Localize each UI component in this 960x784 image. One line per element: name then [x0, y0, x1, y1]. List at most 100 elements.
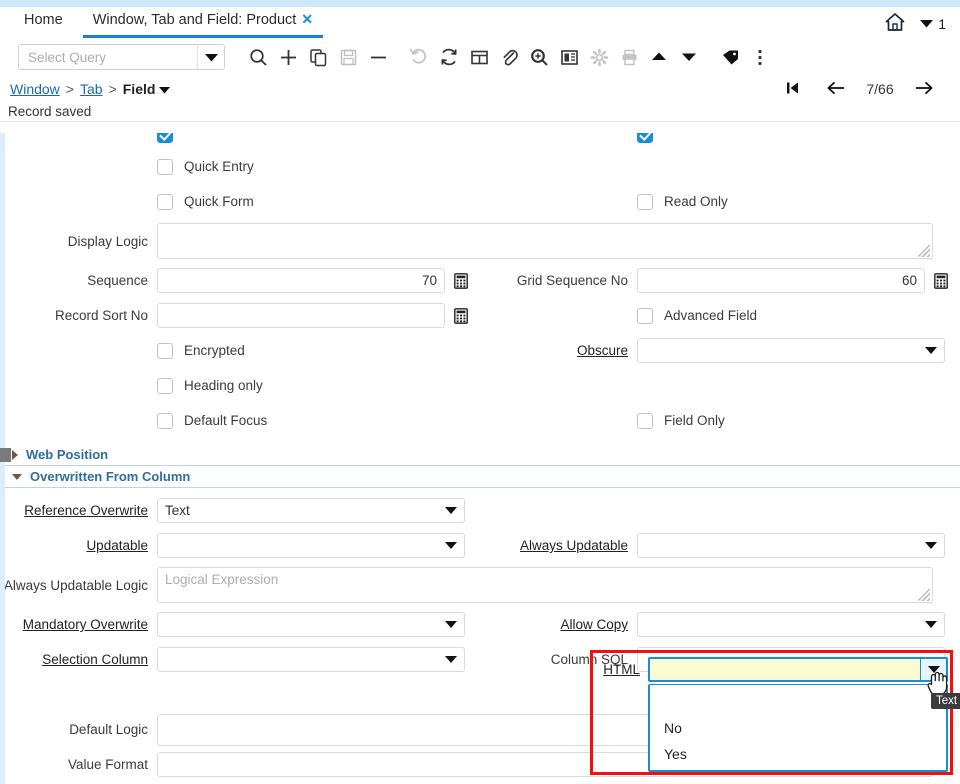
undo-icon[interactable]	[404, 42, 434, 72]
mandatory-overwrite-label[interactable]: Mandatory Overwrite	[0, 617, 157, 632]
encrypted-label: Encrypted	[184, 343, 245, 358]
section-overwritten-from-column[interactable]: Overwritten From Column	[0, 466, 960, 488]
obscure-label[interactable]: Obscure	[480, 343, 637, 358]
html-dropdown-options[interactable]: No Yes	[648, 684, 948, 772]
allow-copy-dropdown[interactable]	[637, 612, 945, 637]
tab-window-tab-field[interactable]: Window, Tab and Field: Product ✕	[82, 8, 324, 38]
breadcrumb-item-window[interactable]: Window	[10, 81, 60, 97]
breadcrumb-item-field[interactable]: Field	[123, 81, 156, 97]
printer-icon[interactable]	[614, 42, 644, 72]
sequence-input[interactable]: 70	[157, 268, 445, 293]
updatable-label[interactable]: Updatable	[0, 538, 157, 553]
html-option-yes[interactable]: Yes	[650, 741, 946, 767]
html-dropdown-input[interactable]	[648, 657, 948, 682]
resize-grip-icon[interactable]	[918, 589, 930, 601]
chevron-down-icon[interactable]	[918, 534, 944, 557]
checkbox-box[interactable]	[157, 377, 173, 394]
first-record-button[interactable]	[770, 81, 814, 98]
chevron-down-icon[interactable]	[918, 339, 944, 362]
chevron-right-icon[interactable]	[12, 449, 18, 460]
checkbox-box[interactable]	[637, 412, 653, 429]
reference-overwrite-dropdown[interactable]: Text	[157, 498, 465, 523]
refresh-icon[interactable]	[434, 42, 464, 72]
zoom-in-icon[interactable]	[524, 42, 554, 72]
grid-sequence-no-input[interactable]: 60	[637, 268, 925, 293]
heading-only-checkbox[interactable]: Heading only	[157, 377, 263, 394]
chevron-down-icon[interactable]	[12, 473, 22, 480]
obscure-dropdown[interactable]	[637, 338, 945, 363]
home-icon[interactable]	[884, 12, 906, 35]
checkbox-box[interactable]	[637, 133, 653, 143]
mandatory-overwrite-dropdown[interactable]	[157, 612, 465, 637]
display-logic-textarea[interactable]	[157, 223, 933, 259]
field-only-checkbox[interactable]: Field Only	[637, 412, 725, 429]
selection-column-label[interactable]: Selection Column	[0, 652, 157, 667]
chevron-down-icon[interactable]	[920, 659, 946, 680]
next-record-button[interactable]	[902, 81, 946, 98]
checkbox-box[interactable]	[157, 158, 173, 175]
previous-record-button[interactable]	[814, 81, 858, 98]
scroll-handle[interactable]	[0, 448, 11, 462]
row-updatable: Updatable Always Updatable	[0, 528, 960, 563]
gear-icon[interactable]	[584, 42, 614, 72]
checkbox-box[interactable]	[637, 193, 653, 210]
resize-grip-icon[interactable]	[918, 245, 930, 257]
allow-copy-label[interactable]: Allow Copy	[480, 617, 637, 632]
select-query-dropdown[interactable]: Select Query	[18, 44, 225, 70]
partial-right-checkbox[interactable]	[637, 133, 653, 143]
close-icon[interactable]: ✕	[301, 11, 313, 27]
quick-entry-checkbox[interactable]: Quick Entry	[157, 158, 254, 175]
always-updatable-logic-textarea[interactable]: Logical Expression	[157, 567, 933, 603]
chevron-down-icon[interactable]	[918, 613, 944, 636]
default-focus-checkbox[interactable]: Default Focus	[157, 412, 267, 429]
read-only-checkbox[interactable]: Read Only	[637, 193, 728, 210]
chevron-down-icon[interactable]	[438, 648, 464, 671]
advanced-field-checkbox[interactable]: Advanced Field	[637, 307, 758, 324]
chevron-down-icon[interactable]	[159, 81, 171, 97]
display-field-checkbox[interactable]	[157, 133, 173, 143]
always-updatable-label[interactable]: Always Updatable	[480, 538, 637, 553]
attachment-icon[interactable]	[494, 42, 524, 72]
copy-icon[interactable]	[303, 42, 333, 72]
search-icon[interactable]	[243, 42, 273, 72]
updatable-dropdown[interactable]	[157, 533, 465, 558]
encrypted-checkbox[interactable]: Encrypted	[157, 342, 245, 359]
caret-up-icon[interactable]	[644, 42, 674, 72]
breadcrumb-item-tab[interactable]: Tab	[80, 81, 103, 97]
reference-overwrite-label[interactable]: Reference Overwrite	[0, 503, 157, 518]
minus-icon[interactable]	[363, 42, 393, 72]
record-sort-no-input[interactable]	[157, 303, 445, 328]
calculator-icon[interactable]	[454, 307, 468, 324]
checkbox-box[interactable]	[157, 193, 173, 210]
checkbox-box[interactable]	[637, 307, 653, 324]
tab-home[interactable]: Home	[14, 9, 73, 38]
chevron-down-icon[interactable]	[438, 613, 464, 636]
checkbox-box[interactable]	[157, 133, 173, 143]
grid-toggle-icon[interactable]	[464, 42, 494, 72]
save-icon[interactable]	[333, 42, 363, 72]
always-updatable-logic-label: Always Updatable Logic	[3, 577, 148, 593]
plus-icon[interactable]	[273, 42, 303, 72]
breadcrumb: Window > Tab > Field 7/66	[0, 76, 960, 102]
checkbox-box[interactable]	[157, 412, 173, 429]
html-dropdown[interactable]: No Yes	[648, 657, 948, 772]
chevron-down-icon[interactable]	[438, 534, 464, 557]
report-icon[interactable]	[554, 42, 584, 72]
html-label[interactable]: HTML	[600, 657, 648, 682]
calculator-icon[interactable]	[454, 272, 468, 289]
chevron-down-icon[interactable]	[197, 45, 224, 69]
checkbox-box[interactable]	[157, 342, 173, 359]
tag-icon[interactable]	[715, 42, 745, 72]
more-vertical-icon[interactable]	[745, 42, 775, 72]
html-field-row: HTML No Yes	[600, 657, 948, 772]
caret-down-icon[interactable]	[674, 42, 704, 72]
calculator-icon[interactable]	[934, 272, 948, 289]
always-updatable-dropdown[interactable]	[637, 533, 945, 558]
section-web-position[interactable]: Web Position	[0, 444, 960, 466]
selection-column-dropdown[interactable]	[157, 647, 465, 672]
chevron-down-icon[interactable]	[438, 499, 464, 522]
advanced-field-label: Advanced Field	[664, 308, 758, 323]
quick-form-checkbox[interactable]: Quick Form	[157, 193, 254, 210]
html-option-no[interactable]: No	[650, 715, 946, 741]
user-menu[interactable]: 1	[920, 16, 946, 32]
